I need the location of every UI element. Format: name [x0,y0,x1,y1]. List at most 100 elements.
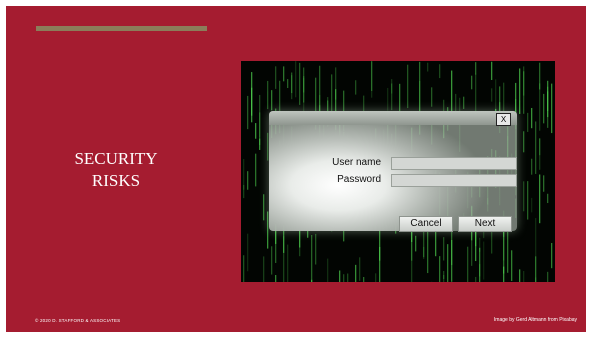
code-streak [539,83,541,131]
slide: SECURITY RISKS X User name Password Canc… [6,6,586,332]
code-streak [535,121,537,174]
code-streak [391,83,393,111]
code-streak [475,62,477,75]
slide-title-line1: SECURITY [74,149,158,168]
code-streak [531,107,533,129]
code-streak [255,153,257,187]
code-streak [439,64,441,79]
login-image: X User name Password Cancel Next [241,61,555,282]
code-streak [255,123,257,139]
code-streak [355,264,357,282]
password-label: Password [337,174,381,185]
code-streak [523,71,525,114]
code-streak [539,62,541,90]
code-streak [315,233,317,265]
code-streak [299,62,301,105]
code-streak [527,112,529,132]
username-field[interactable] [391,157,517,170]
code-streak [263,256,265,282]
code-streak [507,231,509,273]
code-streak [535,218,537,257]
code-streak [547,86,549,128]
code-streak [259,94,261,138]
username-label: User name [332,157,381,168]
code-streak [267,91,269,110]
code-streak [543,93,545,124]
code-streak [243,158,245,190]
code-streak [467,246,469,282]
code-streak [491,61,493,80]
code-streak [259,138,261,150]
code-streak [447,244,449,282]
code-streak [539,174,541,224]
code-streak [543,175,545,192]
code-streak [463,96,465,109]
code-streak [519,269,521,282]
code-streak [523,270,525,282]
code-streak [271,90,273,111]
code-streak [443,270,445,280]
code-streak [419,61,421,114]
code-streak [511,250,513,282]
code-streak [483,241,485,280]
code-streak [375,273,377,282]
code-streak [335,67,337,100]
code-streak [271,246,273,275]
code-streak [339,270,341,282]
code-streak [247,95,249,130]
code-streak [491,88,493,102]
code-streak [423,246,425,260]
code-streak [379,226,381,261]
footer-copyright: © 2020 D. STAFFORD & ASSOCIATES [35,318,121,323]
code-streak [243,255,245,282]
code-streak [547,271,549,282]
code-streak [523,131,525,153]
code-streak [479,247,481,282]
code-streak [443,237,445,261]
code-streak [491,229,493,254]
code-streak [283,66,285,82]
code-streak [531,197,533,213]
code-streak [319,65,321,117]
close-button[interactable]: X [496,113,511,126]
code-streak [451,70,453,114]
code-streak [363,277,365,282]
code-streak [427,62,429,72]
code-streak [471,75,473,90]
code-streak [371,61,373,98]
code-streak [343,274,345,282]
code-streak [523,181,525,212]
code-streak [519,100,521,114]
cancel-button[interactable]: Cancel [399,216,453,232]
slide-title-line2: RISKS [91,171,141,190]
code-streak [359,257,361,281]
code-streak [263,194,265,221]
code-streak [551,83,553,134]
code-streak [327,258,329,282]
code-streak [247,233,249,272]
code-streak [275,275,277,282]
code-streak [287,79,289,89]
slide-title: SECURITY RISKS [36,148,196,192]
accent-bar [36,26,207,31]
code-streak [407,64,409,109]
code-streak [547,193,549,204]
code-streak [287,244,289,282]
code-streak [531,158,533,175]
code-streak [275,66,277,89]
next-button[interactable]: Next [458,216,512,232]
code-streak [551,242,553,269]
password-field[interactable] [391,174,517,187]
footer-image-credit: Image by Gerd Altmann from Pixabay [493,317,577,323]
code-streak [431,87,433,107]
code-streak [331,74,333,116]
code-streak [535,256,537,282]
code-streak [311,279,313,282]
code-streak [427,225,429,274]
code-streak [539,138,541,156]
code-streak [355,80,357,95]
code-streak [251,87,253,116]
code-streak [303,67,305,103]
code-streak [439,256,441,282]
code-streak [267,80,269,92]
